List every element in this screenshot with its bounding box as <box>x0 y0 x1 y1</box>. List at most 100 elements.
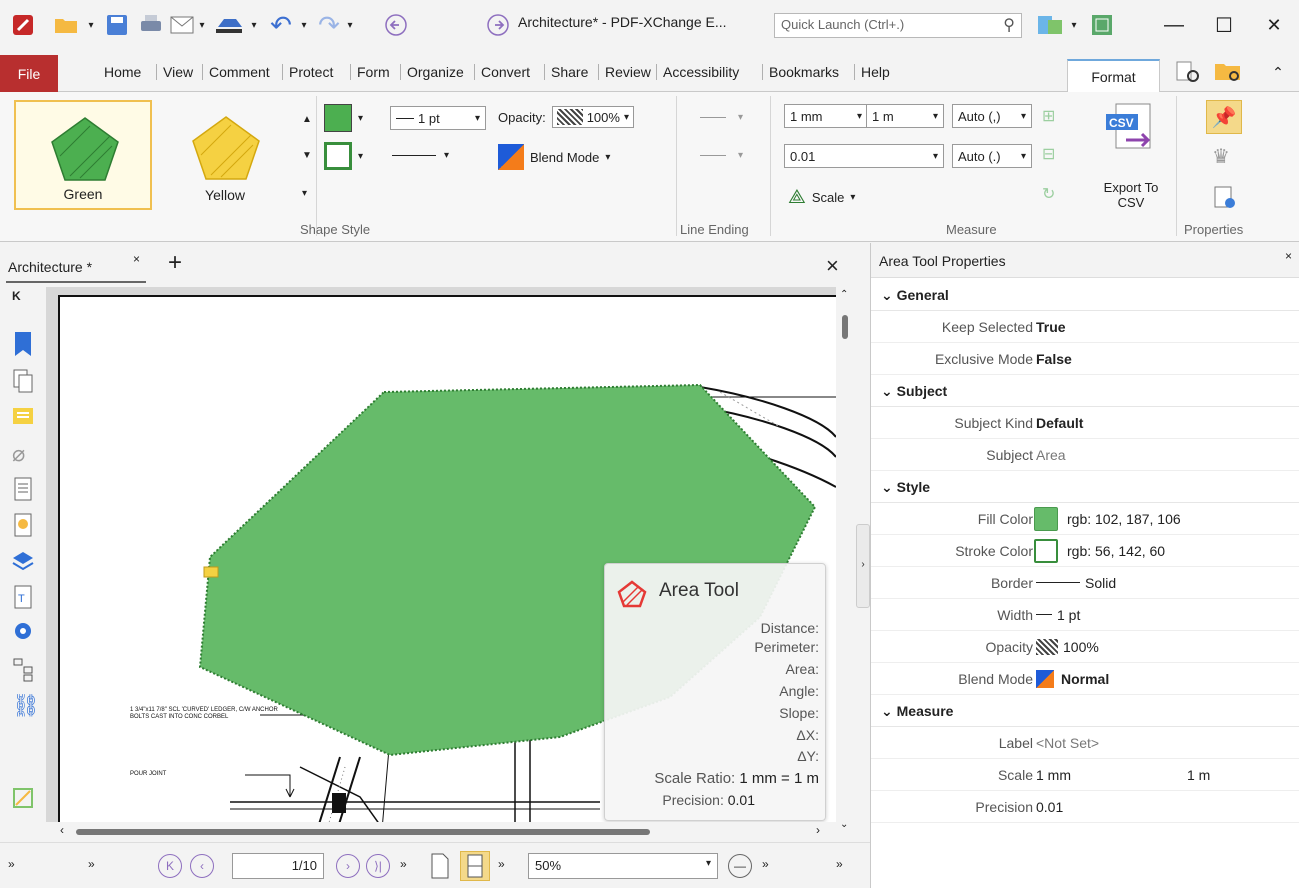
tags-icon[interactable]: T <box>12 585 34 609</box>
precision-dropdown[interactable]: 0.01 ▾ <box>784 144 944 168</box>
scan-icon[interactable] <box>212 12 246 38</box>
panel-splitter-handle[interactable]: › <box>856 524 870 608</box>
scroll-down-icon[interactable]: ⌄ <box>840 819 848 830</box>
search-folder-icon[interactable] <box>1212 59 1246 85</box>
add-measurement-icon[interactable]: ⊞ <box>1042 106 1055 126</box>
find-icon[interactable] <box>1172 59 1202 85</box>
destinations-icon[interactable] <box>12 621 34 645</box>
tab-convert[interactable]: Convert <box>474 64 536 80</box>
zoom-dropdown[interactable]: 50% ▾ <box>528 853 718 879</box>
thousands-separator-dropdown[interactable]: Auto (,) ▾ <box>952 104 1032 128</box>
forward-icon[interactable] <box>486 12 510 38</box>
prop-label[interactable]: Label <Not Set> <box>871 727 1299 759</box>
prop-width[interactable]: Width 1 pt <box>871 599 1299 631</box>
next-page-button[interactable]: › <box>336 854 360 878</box>
content-icon[interactable] <box>12 477 34 501</box>
prop-keep-selected[interactable]: Keep Selected True <box>871 311 1299 343</box>
undo-dropdown-icon[interactable]: ▾ <box>298 12 310 38</box>
maximize-button[interactable]: ☐ <box>1204 12 1244 38</box>
prop-blend-mode[interactable]: Blend Mode Normal <box>871 663 1299 695</box>
tab-form[interactable]: Form <box>350 64 396 80</box>
line-start-dropdown[interactable]: ▾ <box>700 112 743 123</box>
stroke-color-button[interactable]: ▾ <box>324 142 363 170</box>
gallery-up-icon[interactable]: ▲ <box>302 114 312 125</box>
prop-precision[interactable]: Precision 0.01 <box>871 791 1299 823</box>
pages-icon[interactable] <box>12 369 34 393</box>
close-pane-icon[interactable]: × <box>1285 249 1292 263</box>
user-options-icon[interactable] <box>1034 12 1068 38</box>
tab-format[interactable]: Format <box>1067 59 1160 93</box>
prop-border[interactable]: Border Solid <box>871 567 1299 599</box>
continuous-view-icon[interactable] <box>460 851 490 881</box>
tab-help[interactable]: Help <box>854 64 896 80</box>
links-icon[interactable]: ⛓ <box>12 693 40 718</box>
first-page-button[interactable]: K <box>158 854 182 878</box>
calibrate-icon[interactable]: ↻ <box>1042 184 1055 204</box>
scale-from-dropdown[interactable]: 1 mm ▾ <box>784 104 868 128</box>
properties-icon[interactable] <box>1214 186 1236 210</box>
prop-exclusive-mode[interactable]: Exclusive Mode False <box>871 343 1299 375</box>
close-tab-icon[interactable]: × <box>133 252 140 266</box>
structure-icon[interactable] <box>12 657 34 682</box>
opacity-dropdown[interactable]: Opacity: 100% ▾ <box>498 106 638 128</box>
scan-dropdown-icon[interactable]: ▾ <box>248 12 260 38</box>
tab-protect[interactable]: Protect <box>282 64 339 80</box>
close-document-button[interactable]: × <box>826 253 839 279</box>
tab-bookmarks[interactable]: Bookmarks <box>762 64 845 80</box>
h-scroll-thumb[interactable] <box>76 829 650 835</box>
fullscreen-icon[interactable] <box>1088 12 1116 38</box>
save-icon[interactable] <box>104 12 130 38</box>
tab-view[interactable]: View <box>156 64 199 80</box>
last-page-button[interactable]: ⟩| <box>366 854 390 878</box>
blend-mode-button[interactable]: Blend Mode ▾ <box>498 144 610 170</box>
remove-measurement-icon[interactable]: ⊟ <box>1042 144 1055 164</box>
tab-share[interactable]: Share <box>544 64 594 80</box>
scroll-right-icon[interactable]: › <box>816 823 820 837</box>
style-yellow[interactable]: Yellow <box>156 100 294 210</box>
comments-icon[interactable] <box>12 405 34 429</box>
style-green[interactable]: Green <box>14 100 152 210</box>
crown-icon[interactable]: ♛ <box>1212 144 1230 169</box>
tab-comment[interactable]: Comment <box>202 64 276 80</box>
expand-icon[interactable]: » <box>836 857 843 871</box>
single-page-view-icon[interactable] <box>430 853 450 882</box>
print-icon[interactable] <box>138 12 164 38</box>
scale-button[interactable]: ⟁ Scale ▾ <box>788 186 855 209</box>
minimize-button[interactable]: — <box>1154 12 1194 38</box>
expand-icon[interactable]: » <box>400 857 407 871</box>
measurements-icon[interactable] <box>12 785 34 809</box>
email-icon[interactable] <box>168 12 196 38</box>
signatures-icon[interactable] <box>12 513 34 537</box>
prev-page-button[interactable]: ‹ <box>190 854 214 878</box>
tab-home[interactable]: Home <box>98 64 147 80</box>
expand-icon[interactable]: » <box>762 857 769 871</box>
prop-subject[interactable]: Subject Area <box>871 439 1299 471</box>
prop-scale[interactable]: Scale 1 mm 1 m <box>871 759 1299 791</box>
prop-fill-color[interactable]: Fill Color rgb: 102, 187, 106 <box>871 503 1299 535</box>
gallery-down-icon[interactable]: ▼ <box>302 150 312 161</box>
zoom-out-button[interactable]: — <box>728 854 752 878</box>
scroll-thumb[interactable] <box>842 315 848 339</box>
page-number-input[interactable]: 1/10 <box>232 853 324 879</box>
line-width-dropdown[interactable]: 1 pt ▾ <box>390 106 486 130</box>
prop-subject-kind[interactable]: Subject Kind Default <box>871 407 1299 439</box>
user-options-dropdown-icon[interactable]: ▾ <box>1068 12 1080 38</box>
quick-launch-input[interactable]: Quick Launch (Ctrl+.) ⚲ <box>774 13 1022 38</box>
export-csv-button[interactable]: CSV <box>1104 102 1158 168</box>
redo-dropdown-icon[interactable]: ▾ <box>344 12 356 38</box>
tab-review[interactable]: Review <box>598 64 657 80</box>
prop-stroke-color[interactable]: Stroke Color rgb: 56, 142, 60 <box>871 535 1299 567</box>
collapse-ribbon-icon[interactable]: ⌃ <box>1268 59 1288 85</box>
fill-color-button[interactable]: ▾ <box>324 104 363 132</box>
tab-organize[interactable]: Organize <box>400 64 470 80</box>
section-measure[interactable]: ⌄ Measure <box>871 695 1299 727</box>
line-end-dropdown[interactable]: ▾ <box>700 150 743 161</box>
horizontal-scrollbar[interactable]: ‹ › <box>46 822 836 840</box>
expand-icon[interactable]: » <box>498 857 505 871</box>
bookmarks-icon[interactable] <box>12 331 34 356</box>
prop-opacity[interactable]: Opacity 100% <box>871 631 1299 663</box>
attachments-icon[interactable]: ⌀ <box>12 441 34 466</box>
tab-accessibility[interactable]: Accessibility <box>656 64 745 80</box>
scale-to-dropdown[interactable]: 1 m ▾ <box>866 104 944 128</box>
document-tab[interactable]: Architecture * × <box>6 252 146 283</box>
